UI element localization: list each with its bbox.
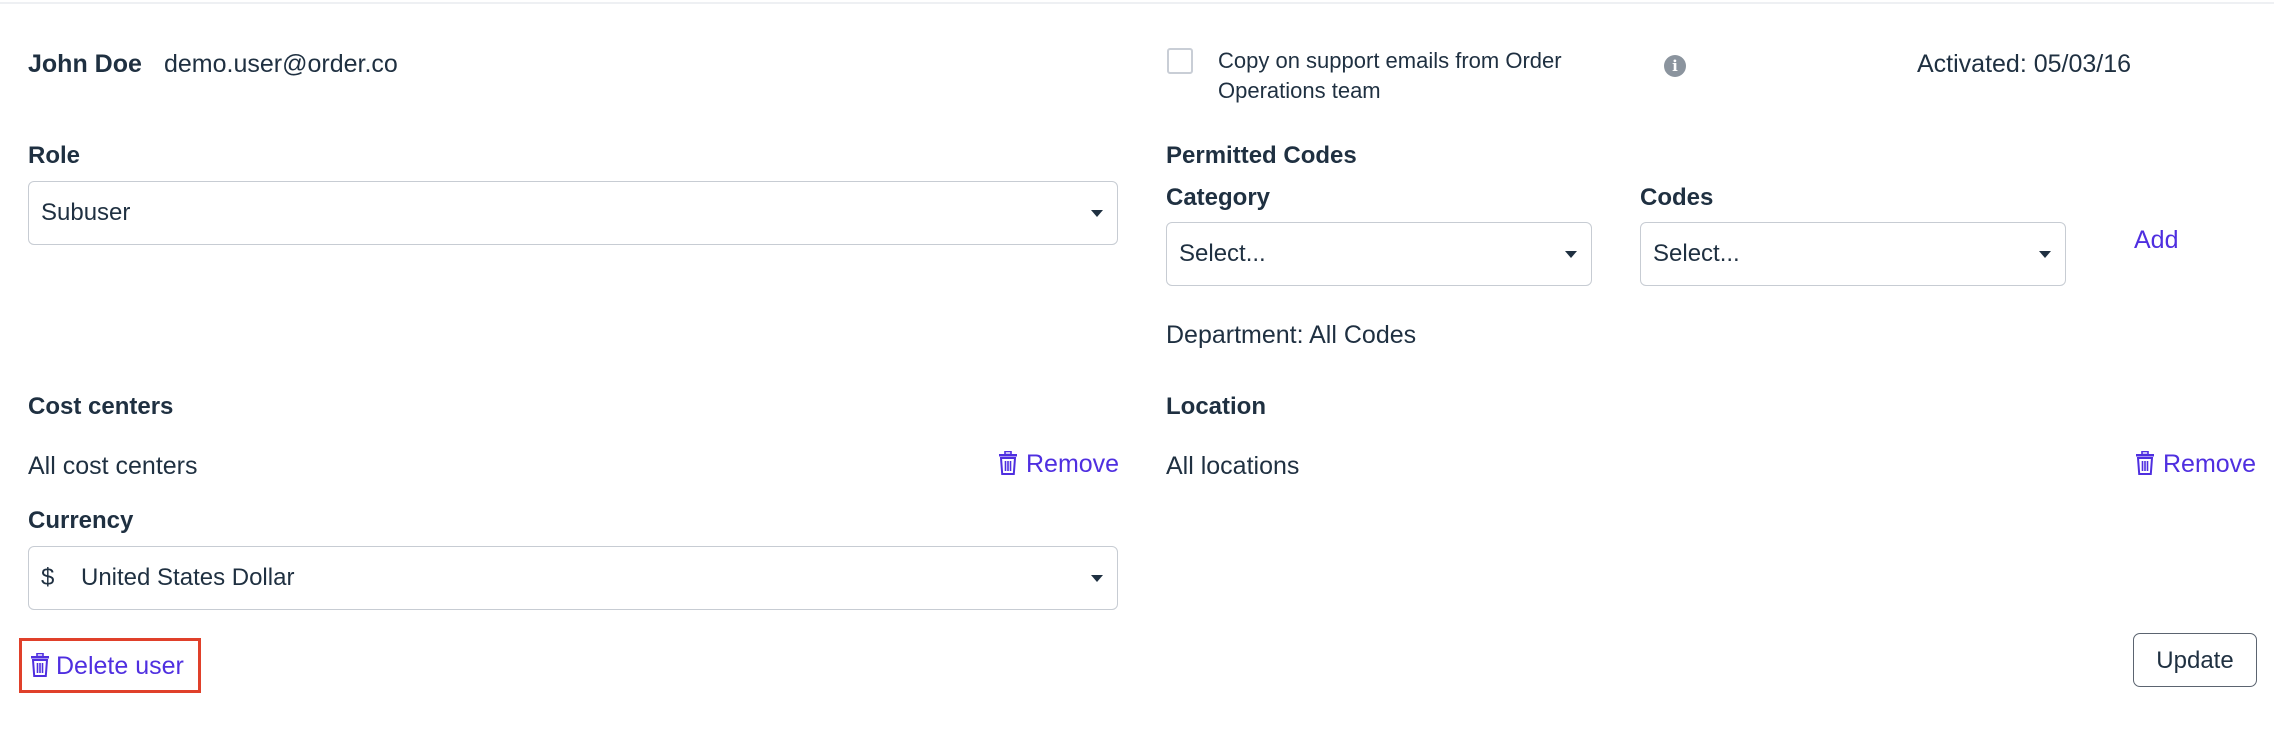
copy-emails-label: Copy on support emails from Order Operat… (1218, 48, 1562, 103)
delete-user-button[interactable]: Delete user (30, 652, 184, 681)
trash-icon (31, 653, 49, 677)
chevron-down-icon (1091, 210, 1103, 217)
currency-symbol: $ (41, 564, 55, 591)
remove-cost-centers-button[interactable]: Remove (998, 450, 1119, 479)
codes-select[interactable]: Select... (1640, 222, 2066, 286)
activated-date: Activated: 05/03/16 (1917, 50, 2132, 78)
copy-emails-checkbox[interactable] (1167, 48, 1193, 74)
role-select[interactable]: Subuser (28, 181, 1118, 245)
currency-select[interactable]: $ United States Dollar (28, 546, 1118, 610)
permitted-codes-label: Permitted Codes (1166, 142, 1357, 169)
cost-centers-value: All cost centers (28, 452, 198, 480)
chevron-down-icon (1565, 251, 1577, 258)
role-label: Role (28, 142, 81, 169)
department-text: Department: All Codes (1166, 321, 1417, 349)
delete-user-label: Delete user (56, 652, 184, 680)
location-value: All locations (1166, 452, 1300, 480)
category-label: Category (1166, 184, 1271, 211)
user-name: John Doe (28, 50, 142, 78)
trash-icon (999, 451, 1017, 475)
remove-cost-centers-label: Remove (1026, 450, 1120, 478)
top-divider (0, 2, 2274, 4)
info-icon[interactable]: i (1664, 55, 1686, 77)
codes-select-value: Select... (1653, 240, 1740, 267)
chevron-down-icon (1091, 575, 1103, 582)
remove-location-label: Remove (2163, 450, 2257, 478)
chevron-down-icon (2039, 251, 2051, 258)
currency-select-value: United States Dollar (81, 564, 295, 591)
add-code-button[interactable]: Add (2134, 226, 2178, 255)
currency-label: Currency (28, 507, 134, 534)
update-button[interactable]: Update (2133, 633, 2257, 687)
location-label: Location (1166, 393, 1266, 420)
user-email: demo.user@order.co (164, 50, 398, 78)
role-select-value: Subuser (41, 199, 131, 226)
trash-icon (2136, 451, 2154, 475)
category-select[interactable]: Select... (1166, 222, 1592, 286)
remove-location-button[interactable]: Remove (2135, 450, 2256, 479)
category-select-value: Select... (1179, 240, 1266, 267)
codes-label: Codes (1640, 184, 1714, 211)
cost-centers-label: Cost centers (28, 393, 174, 420)
